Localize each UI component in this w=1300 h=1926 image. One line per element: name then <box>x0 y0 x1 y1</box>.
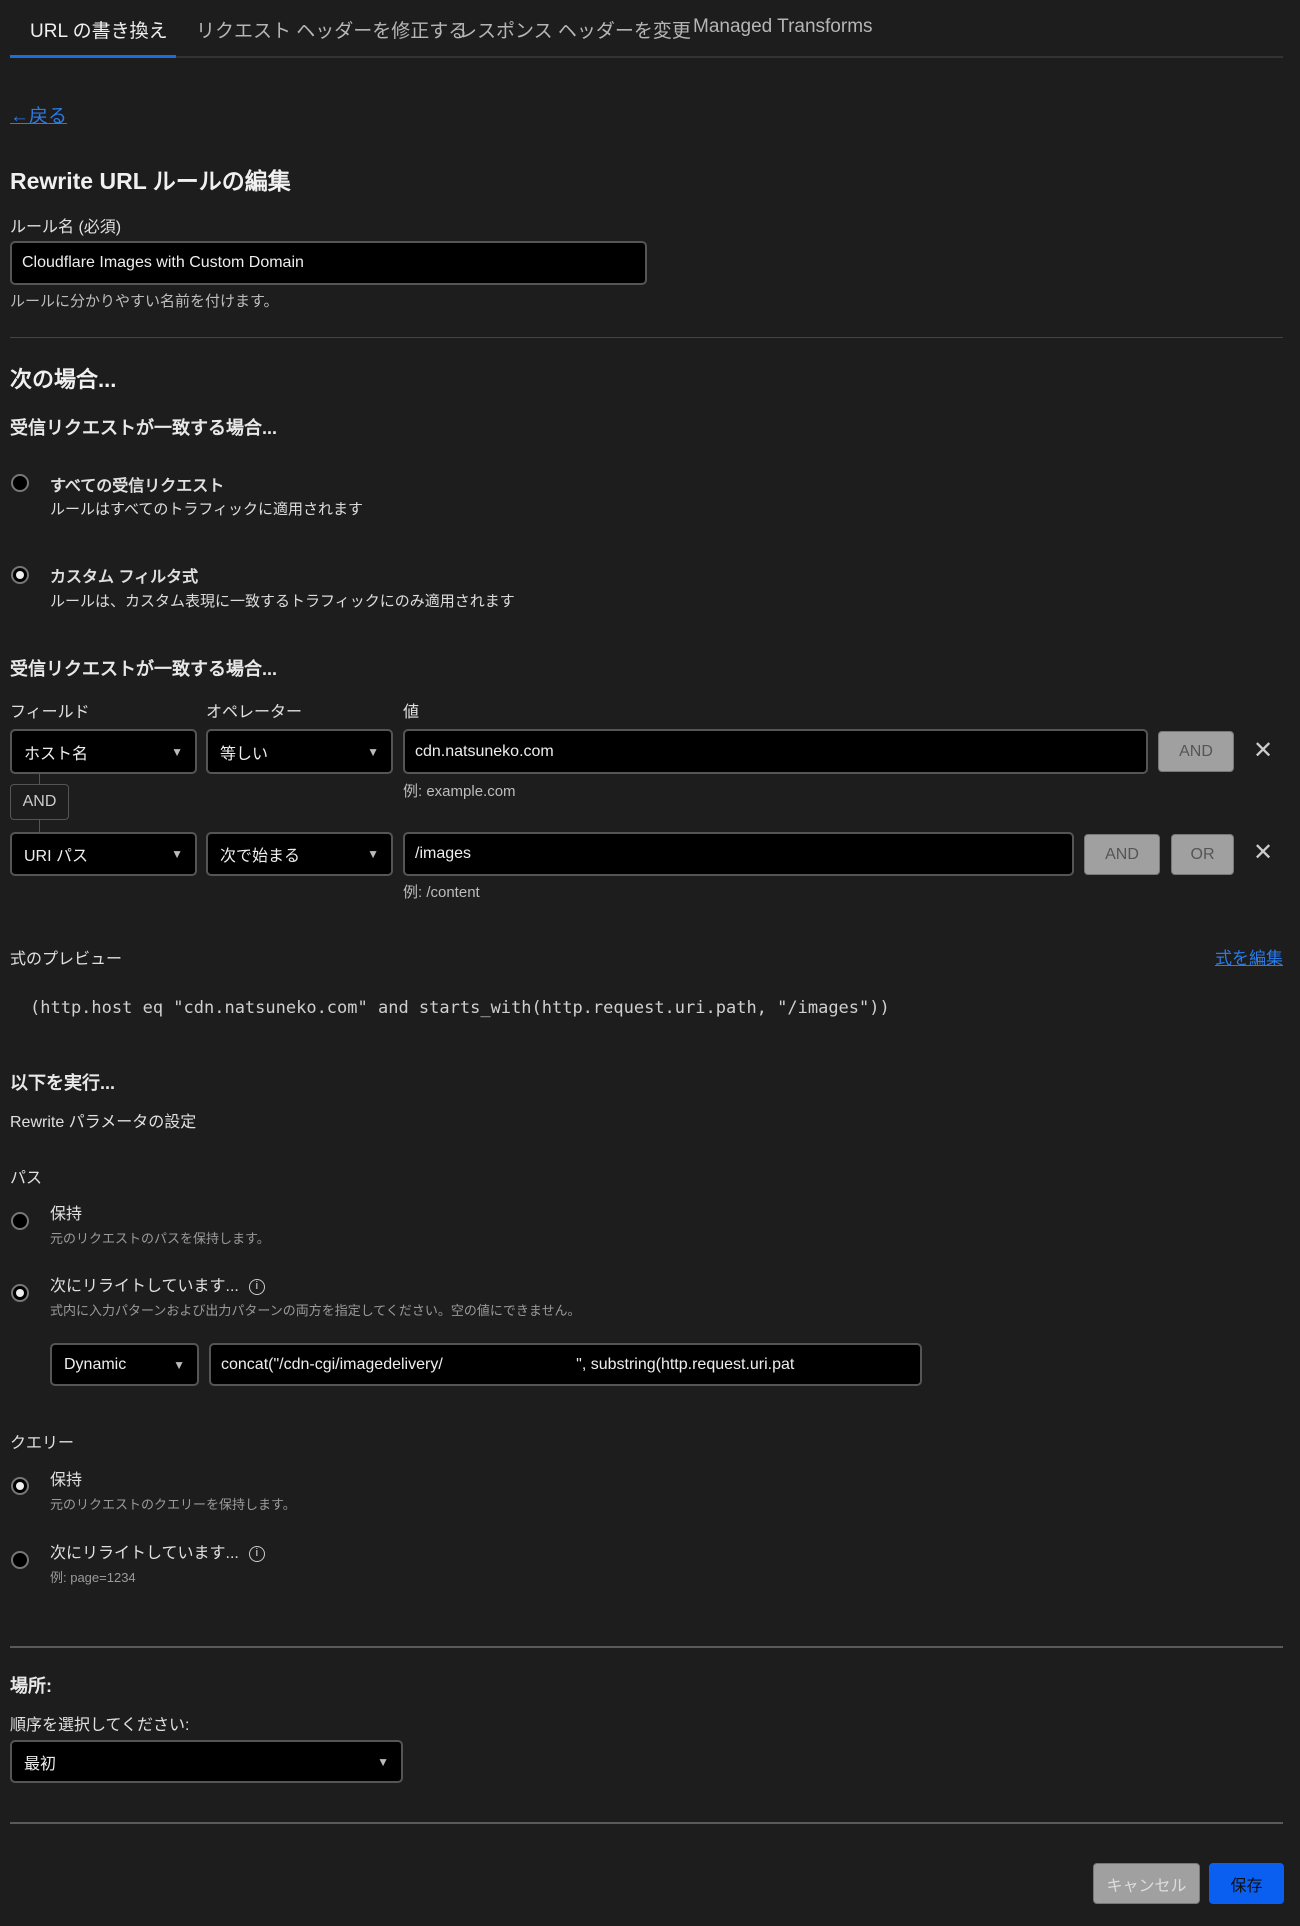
page-title: Rewrite URL ルールの編集 <box>10 168 291 194</box>
path-keep-desc: 元のリクエストのパスを保持します。 <box>50 1231 270 1246</box>
rewrite-type-select[interactable]: Dynamic ▼ <box>50 1343 199 1386</box>
query-rewrite-text: 次にリライトしています... <box>50 1545 239 1562</box>
query-keep-title: 保持 <box>50 1472 83 1489</box>
when-subheading: 受信リクエストが一致する場合... <box>10 418 278 438</box>
info-icon[interactable]: i <box>248 1545 265 1562</box>
back-link[interactable]: ←戻る <box>10 101 67 128</box>
radio-path-keep[interactable] <box>11 1212 29 1230</box>
query-rewrite-title: 次にリライトしています... i <box>50 1539 265 1563</box>
and-chip: AND <box>10 784 69 820</box>
then-sub: Rewrite パラメータの設定 <box>10 1114 197 1131</box>
rule-name-help: ルールに分かりやすい名前を付けます。 <box>10 293 279 310</box>
place-heading: 場所: <box>10 1676 52 1696</box>
path-label: パス <box>10 1170 43 1187</box>
query-label: クエリー <box>10 1435 75 1452</box>
divider <box>10 1646 1283 1648</box>
chevron-down-icon: ▼ <box>171 744 183 759</box>
chevron-down-icon: ▼ <box>367 847 379 861</box>
radio-query-keep[interactable] <box>11 1477 29 1495</box>
operator-select-2[interactable]: 次で始まる ▼ <box>206 832 393 876</box>
example-2: 例: /content <box>403 884 480 901</box>
field-value: URI パス <box>24 848 89 865</box>
then-heading: 以下を実行... <box>10 1073 116 1093</box>
path-keep-title: 保持 <box>50 1206 83 1223</box>
rewrite-type-value: Dynamic <box>64 1355 127 1373</box>
order-select[interactable]: 最初 ▼ <box>10 1740 403 1783</box>
remove-row-2-icon[interactable]: ✕ <box>1253 838 1273 867</box>
remove-row-1-icon[interactable]: ✕ <box>1253 736 1273 765</box>
when-heading: 次の場合... <box>10 367 117 392</box>
radio-all-requests[interactable] <box>11 474 29 492</box>
example-1: 例: example.com <box>403 783 516 800</box>
or-button-2[interactable]: OR <box>1171 834 1234 875</box>
chevron-down-icon: ▼ <box>377 1754 389 1769</box>
edit-expression-link[interactable]: 式を編集 <box>1215 944 1283 969</box>
cancel-button[interactable]: キャンセル <box>1093 1863 1200 1904</box>
col-value: 値 <box>403 704 420 721</box>
field-select-1[interactable]: ホスト名 ▼ <box>10 729 197 774</box>
field-select-2[interactable]: URI パス ▼ <box>10 832 197 876</box>
operator-select-1[interactable]: 等しい ▼ <box>206 729 393 774</box>
and-button-2[interactable]: AND <box>1084 834 1160 875</box>
radio-path-rewrite[interactable] <box>11 1284 29 1302</box>
order-label: 順序を選択してください: <box>10 1717 190 1734</box>
rule-name-label: ルール名 (必須) <box>10 219 122 236</box>
operator-value: 等しい <box>220 745 269 763</box>
operator-value: 次で始まる <box>220 848 301 865</box>
field-value: ホスト名 <box>24 745 89 763</box>
custom-filter-title: カスタム フィルタ式 <box>50 569 199 586</box>
order-value: 最初 <box>24 1755 57 1773</box>
path-rewrite-input[interactable]: concat("/cdn-cgi/imagedelivery/ ", subst… <box>209 1343 922 1386</box>
tab-request-headers[interactable]: リクエスト ヘッダーを修正する <box>196 16 467 43</box>
tab-divider <box>10 56 1283 58</box>
path-rewrite-title: 次にリライトしています... i <box>50 1272 265 1296</box>
value-input-2[interactable]: /images <box>403 832 1074 876</box>
all-requests-title: すべての受信リクエスト <box>50 478 225 495</box>
chevron-down-icon: ▼ <box>367 744 379 759</box>
tab-response-headers[interactable]: レスポンス ヘッダーを変更 <box>458 16 691 43</box>
query-rewrite-desc: 例: page=1234 <box>50 1570 136 1585</box>
divider <box>10 337 1283 338</box>
preview-label: 式のプレビュー <box>10 951 123 968</box>
active-tab-indicator <box>10 55 176 58</box>
filter-heading: 受信リクエストが一致する場合... <box>10 659 278 679</box>
chevron-down-icon: ▼ <box>171 847 183 861</box>
value-input-1[interactable]: cdn.natsuneko.com <box>403 729 1148 774</box>
save-button[interactable]: 保存 <box>1209 1863 1284 1904</box>
radio-custom-filter[interactable] <box>11 566 29 584</box>
tab-url-rewrite[interactable]: URL の書き換え <box>30 16 168 43</box>
custom-filter-desc: ルールは、カスタム表現に一致するトラフィックにのみ適用されます <box>50 593 515 610</box>
col-operator: オペレーター <box>206 704 303 721</box>
query-keep-desc: 元のリクエストのクエリーを保持します。 <box>50 1497 296 1512</box>
rule-name-input[interactable]: Cloudflare Images with Custom Domain <box>10 241 647 285</box>
all-requests-desc: ルールはすべてのトラフィックに適用されます <box>50 501 364 518</box>
expression-preview: (http.host eq "cdn.natsuneko.com" and st… <box>30 998 890 1018</box>
chevron-down-icon: ▼ <box>173 1357 185 1372</box>
tab-managed-transforms[interactable]: Managed Transforms <box>693 16 873 38</box>
and-button-1[interactable]: AND <box>1158 731 1234 772</box>
divider <box>10 1822 1283 1824</box>
path-rewrite-text: 次にリライトしています... <box>50 1278 239 1295</box>
radio-query-rewrite[interactable] <box>11 1551 29 1569</box>
path-rewrite-desc: 式内に入力パターンおよび出力パターンの両方を指定してください。空の値にできません… <box>50 1303 581 1318</box>
col-field: フィールド <box>10 704 90 721</box>
info-icon[interactable]: i <box>248 1278 265 1295</box>
